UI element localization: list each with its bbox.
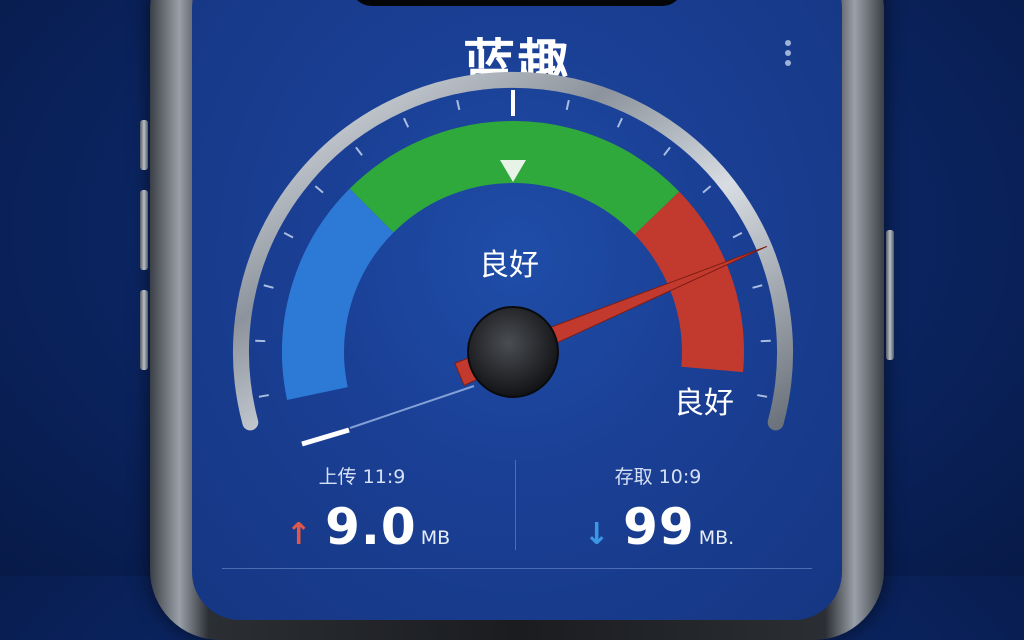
- gauge-tick: [733, 233, 742, 238]
- gauge-tick: [753, 285, 763, 288]
- gauge-tick: [664, 147, 670, 155]
- gauge-tick: [757, 395, 767, 397]
- upload-value: 9.0: [325, 498, 417, 556]
- phone-power-button: [886, 230, 894, 360]
- gauge-tail-line: [350, 386, 474, 428]
- gauge-tick: [284, 233, 293, 238]
- gauge-tick: [567, 100, 569, 110]
- gauge-tick: [356, 147, 362, 155]
- bottom-divider: [222, 568, 812, 569]
- download-value-group: ↓ 99 MB.: [584, 498, 734, 556]
- gauge-tick: [315, 186, 323, 192]
- upload-arrow-icon: ↑: [286, 517, 311, 552]
- phone-screen: 蓝趣 良好 良好: [192, 0, 842, 620]
- upload-unit: MB: [421, 527, 450, 549]
- gauge-tick: [259, 395, 269, 397]
- download-arrow-icon: ↓: [584, 517, 609, 552]
- download-value: 99: [623, 498, 695, 556]
- phone-volume-up-button: [140, 190, 148, 270]
- gauge-tick: [264, 285, 274, 288]
- download-unit: MB.: [699, 527, 734, 549]
- stats-divider: [515, 460, 516, 550]
- stats-row: 上传 11:9 ↑ 9.0 MB 存取 10:9 ↓ 99 MB.: [192, 460, 842, 570]
- gauge-start-marker: [302, 430, 349, 444]
- gauge-segment-low: [313, 211, 372, 394]
- speed-gauge: [192, 0, 842, 460]
- gauge-tick: [618, 118, 622, 127]
- gauge-side-label: 良好: [674, 378, 734, 422]
- phone-volume-down-button: [140, 290, 148, 370]
- gauge-center-label: 良好: [479, 240, 539, 284]
- phone-side-button: [140, 120, 148, 170]
- gauge-tick: [404, 118, 408, 127]
- upload-label: 上传 11:9: [252, 462, 472, 489]
- gauge-tick: [703, 186, 711, 192]
- download-label: 存取 10:9: [548, 462, 768, 489]
- upload-value-group: ↑ 9.0 MB: [286, 498, 450, 556]
- gauge-tick: [457, 100, 459, 110]
- gauge-hub: [468, 307, 558, 397]
